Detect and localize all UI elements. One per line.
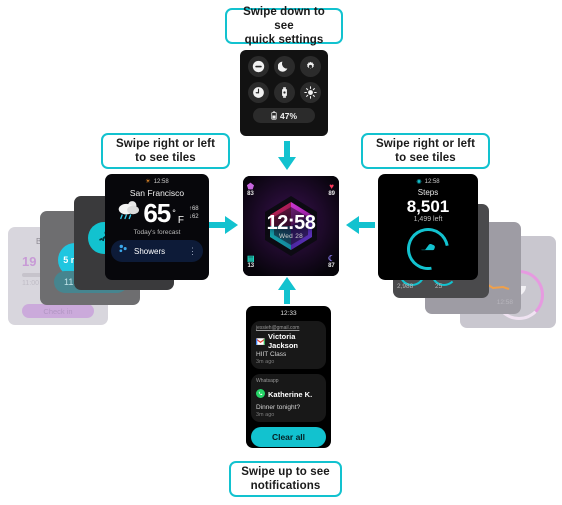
notification-source-whatsapp: Whatsapp xyxy=(256,378,279,384)
weather-status-time: 12:58 xyxy=(153,178,169,185)
right-stack-card-1-stat-2: 25 xyxy=(435,283,443,290)
callout-swipe-tiles-left: Swipe right or left to see tiles xyxy=(101,133,230,169)
weather-unit: F xyxy=(177,215,184,226)
weather-highlow: ↑68 ↓62 xyxy=(189,205,199,221)
complication-bottom-left-icon: ▤ xyxy=(247,254,255,263)
do-not-disturb-icon[interactable] xyxy=(247,56,269,77)
battery-status: 47% xyxy=(253,108,315,123)
callout-swipe-down-text: Swipe down to see quick settings xyxy=(243,6,325,46)
complication-bottom-right-value: 87 xyxy=(328,263,335,269)
weather-condition-label: Showers xyxy=(134,246,166,256)
notification-sender-gmail: Victoria Jackson xyxy=(268,332,299,350)
complication-bottom-left: ▤ 13 xyxy=(247,255,255,270)
steps-status-icon: ◉ xyxy=(416,179,422,185)
notification-item-whatsapp[interactable]: Whatsapp Katherine K. Dinner tonight? 3m… xyxy=(251,374,326,422)
weather-temperature: 65 xyxy=(143,197,171,228)
callout-swipe-down: Swipe down to see quick settings xyxy=(225,6,343,46)
callout-swipe-tiles-left-text: Swipe right or left to see tiles xyxy=(115,138,215,164)
arrow-up-icon xyxy=(275,277,299,305)
quick-settings-row-1 xyxy=(245,56,323,77)
arrow-left-icon xyxy=(345,213,375,237)
battery-percent-label: 47% xyxy=(279,110,297,121)
complication-top-right: ♥ 89 xyxy=(328,183,335,198)
more-options-icon[interactable]: ⋮ xyxy=(188,246,197,255)
notifications-time: 12:33 xyxy=(280,310,297,317)
arrow-right-icon xyxy=(209,213,239,237)
notification-header-whatsapp: Katherine K. xyxy=(256,385,321,403)
gmail-icon xyxy=(256,337,265,345)
notification-header-gmail: Victoria Jackson xyxy=(256,332,321,350)
weather-low: ↓62 xyxy=(188,213,199,220)
tutorial-diagram: Swipe down to see quick settings 47% Swi… xyxy=(0,0,562,505)
steps-progress-ring xyxy=(398,219,458,279)
notification-item-gmail[interactable]: jessieh@gmail.com Victoria Jackson HIIT … xyxy=(251,321,326,369)
watch-face-date: Wed 28 xyxy=(278,233,304,240)
weather-high: ↑68 xyxy=(188,205,199,212)
weather-degree-symbol: ° xyxy=(172,207,176,218)
steps-status-time: 12:58 xyxy=(424,178,440,185)
battery-icon xyxy=(271,111,277,120)
complication-bottom-right: ☾ 87 xyxy=(328,255,335,270)
complication-bottom-left-value: 13 xyxy=(247,263,255,269)
settings-gear-icon[interactable] xyxy=(299,56,321,77)
notification-source-gmail: jessieh@gmail.com xyxy=(256,325,300,331)
notifications-screen[interactable]: 12:33 jessieh@gmail.com Victoria Jackson… xyxy=(246,306,331,448)
weather-forecast-label: Today's forecast xyxy=(133,229,181,236)
complication-bottom-right-icon: ☾ xyxy=(327,254,335,263)
left-stack-card-3-action[interactable]: Check in xyxy=(22,304,94,318)
watch-face-time: 12:58 xyxy=(266,212,316,234)
quick-settings-screen[interactable]: 47% xyxy=(240,50,328,136)
notification-age-gmail: 3m ago xyxy=(256,359,275,365)
notification-sender-whatsapp: Katherine K. xyxy=(268,389,313,399)
complication-top-left-value: 83 xyxy=(247,191,254,197)
watch-vibrate-icon[interactable] xyxy=(273,82,295,103)
alarm-clock-icon[interactable] xyxy=(247,82,269,103)
showers-icon xyxy=(117,242,129,260)
notification-message-gmail: HIIT Class xyxy=(256,351,287,358)
weather-status-bar: ☀ 12:58 xyxy=(105,174,209,186)
right-stack-card-1-stat-1: 2,988 xyxy=(397,283,414,290)
complication-top-left-icon: ⬟ xyxy=(247,182,254,191)
clear-all-button[interactable]: Clear all xyxy=(251,427,326,447)
callout-swipe-tiles-right: Swipe right or left to see tiles xyxy=(361,133,490,169)
bedtime-moon-icon[interactable] xyxy=(273,56,295,77)
quick-settings-row-2 xyxy=(245,82,323,103)
brightness-icon[interactable] xyxy=(299,82,321,103)
steps-tile[interactable]: ◉ 12:58 Steps 8,501 1,499 left xyxy=(378,174,478,280)
watch-face-screen[interactable]: ⬟ 83 ♥ 89 ▤ 13 ☾ 87 12:58 Wed 28 xyxy=(243,176,339,276)
whatsapp-icon xyxy=(256,385,265,403)
weather-city: San Francisco xyxy=(129,188,185,198)
arrow-down-icon xyxy=(275,141,299,171)
callout-swipe-tiles-right-text: Swipe right or left to see tiles xyxy=(375,138,475,164)
weather-tile[interactable]: ☀ 12:58 San Francisco 65 ° F ↑68 ↓62 Tod… xyxy=(105,174,209,280)
steps-value: 8,501 xyxy=(406,197,450,216)
callout-swipe-up-text: Swipe up to see notifications xyxy=(241,466,330,492)
weather-status-icon: ☀ xyxy=(145,179,151,185)
steps-remaining: 1,499 left xyxy=(413,216,443,223)
complication-top-left: ⬟ 83 xyxy=(247,183,254,198)
weather-main: 65 ° F ↑68 ↓62 xyxy=(105,199,209,226)
weather-condition-icon xyxy=(115,199,141,226)
steps-status-bar: ◉ 12:58 xyxy=(378,174,478,186)
shoe-icon xyxy=(420,240,437,259)
weather-condition-row[interactable]: Showers ⋮ xyxy=(111,240,203,262)
notification-age-whatsapp: 3m ago xyxy=(256,412,275,418)
complication-top-right-icon: ♥ xyxy=(329,182,335,191)
steps-title: Steps xyxy=(417,188,439,197)
right-stack-card-2-time: 12:58 xyxy=(496,299,513,306)
callout-swipe-up: Swipe up to see notifications xyxy=(229,461,342,497)
complication-top-right-value: 89 xyxy=(328,191,335,197)
notification-message-whatsapp: Dinner tonight? xyxy=(256,404,301,411)
